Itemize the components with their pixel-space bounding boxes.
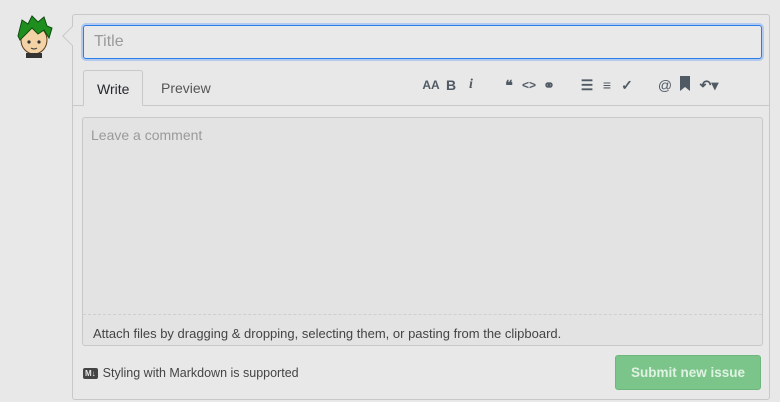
markdown-toolbar: AA B i ❝ <> ⚭ ☰ ≡ ✓ @ ↶▾ [421, 75, 723, 95]
unordered-list-icon[interactable]: ☰ [577, 77, 597, 94]
task-list-icon[interactable]: ✓ [617, 77, 637, 94]
saved-reply-icon[interactable] [675, 76, 695, 94]
comment-area: Attach files by dragging & dropping, sel… [82, 117, 763, 346]
bold-icon[interactable]: B [441, 77, 461, 93]
quote-icon[interactable]: ❝ [499, 77, 519, 94]
ordered-list-icon[interactable]: ≡ [597, 77, 617, 93]
submit-new-issue-button[interactable]: Submit new issue [615, 355, 761, 390]
comment-textarea[interactable] [83, 118, 762, 315]
speech-arrow [62, 26, 82, 46]
reply-icon[interactable]: ↶▾ [695, 77, 723, 94]
markdown-text: Styling with Markdown is supported [102, 366, 299, 380]
markdown-help[interactable]: M↓ Styling with Markdown is supported [83, 366, 299, 380]
markdown-icon: M↓ [83, 367, 98, 379]
text-size-icon[interactable]: AA [421, 78, 441, 92]
code-icon[interactable]: <> [519, 78, 539, 92]
attach-files-hint[interactable]: Attach files by dragging & dropping, sel… [83, 320, 762, 347]
title-input[interactable] [83, 25, 762, 59]
tab-write[interactable]: Write [83, 70, 144, 106]
new-issue-form: Write Preview AA B i ❝ <> ⚭ ☰ ≡ ✓ @ ↶▾ A… [62, 14, 770, 400]
link-icon[interactable]: ⚭ [539, 77, 559, 94]
mention-icon[interactable]: @ [655, 77, 675, 93]
avatar[interactable] [14, 14, 54, 58]
italic-icon[interactable]: i [461, 77, 481, 93]
tab-preview[interactable]: Preview [148, 70, 224, 106]
